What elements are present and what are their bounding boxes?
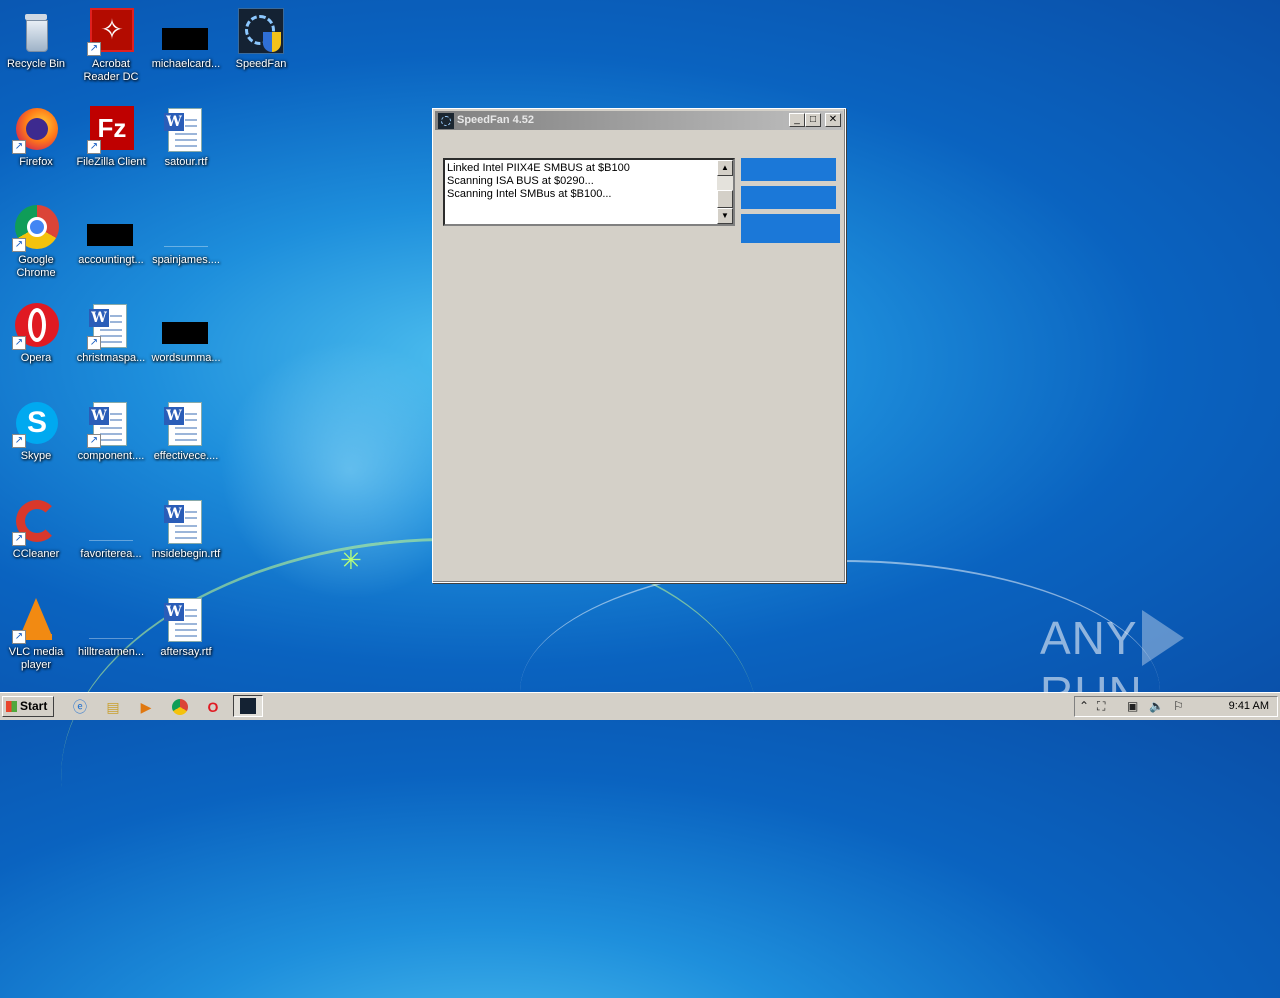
- firefox-icon: ↗: [12, 106, 60, 154]
- system-tray: ⌃ ⛶ ▣ 🔈 ⚐ 9:41 AM: [1074, 696, 1278, 717]
- chrome-icon: ↗: [12, 204, 60, 252]
- desktop-icon-opera[interactable]: ↗ Opera: [0, 302, 74, 365]
- word-doc-icon: W: [162, 498, 210, 546]
- speedfan-icon: [240, 698, 256, 714]
- play-icon: [1141, 610, 1184, 666]
- minimize-button[interactable]: _: [789, 113, 805, 127]
- vertical-scrollbar[interactable]: ▲ ▼: [717, 160, 733, 224]
- desktop-icon-insidebegin[interactable]: W insidebegin.rtf: [148, 498, 224, 561]
- desktop-icon-accountingt[interactable]: accountingt...: [73, 204, 149, 267]
- desktop-icon-spainjames[interactable]: spainjames....: [148, 204, 224, 267]
- desktop-icon-recycle-bin[interactable]: Recycle Bin: [0, 8, 74, 71]
- log-line: Linked Intel PIIX4E SMBUS at $B100: [447, 162, 630, 174]
- windows-flag-icon: [6, 701, 17, 712]
- scroll-down-arrow-icon[interactable]: ▼: [717, 208, 733, 224]
- speedfan-tray-icon[interactable]: ⛶: [1097, 699, 1105, 714]
- skype-icon: S ↗: [12, 400, 60, 448]
- speedfan-icon: [438, 113, 454, 129]
- opera-icon: ↗: [12, 302, 60, 350]
- word-doc-icon: W ↗: [87, 400, 135, 448]
- blank-file-icon: [162, 204, 210, 252]
- desktop-icon-component[interactable]: W ↗ component....: [73, 400, 149, 463]
- desktop-icon-aftersay[interactable]: W aftersay.rtf: [148, 596, 224, 659]
- desktop-icon-hilltreatmen[interactable]: hilltreatmen...: [73, 596, 149, 659]
- blank-file-icon: [87, 498, 135, 546]
- speedfan-icon: [237, 8, 285, 56]
- opera-taskbar-icon[interactable]: O: [204, 698, 222, 716]
- action-button-3[interactable]: [741, 214, 840, 243]
- clock[interactable]: 9:41 AM: [1229, 700, 1269, 712]
- acrobat-icon: ✧ ↗: [87, 8, 135, 56]
- desktop-icon-ccleaner[interactable]: ↗ CCleaner: [0, 498, 74, 561]
- desktop-icon-michaelcard[interactable]: michaelcard...: [148, 8, 224, 71]
- network-icon[interactable]: ▣: [1127, 699, 1138, 714]
- close-button[interactable]: ✕: [825, 113, 841, 127]
- word-doc-icon: W ↗: [87, 302, 135, 350]
- desktop-icon-chrome[interactable]: ↗ Google Chrome: [0, 204, 74, 280]
- wallpaper-sprout: ✳: [340, 545, 362, 575]
- start-button[interactable]: Start: [2, 696, 54, 717]
- log-line: Scanning Intel SMBus at $B100...: [447, 188, 612, 200]
- volume-icon[interactable]: 🔈: [1149, 699, 1164, 714]
- maximize-button[interactable]: □: [805, 113, 821, 127]
- ccleaner-icon: ↗: [12, 498, 60, 546]
- log-line: Scanning ISA BUS at $0290...: [447, 175, 594, 187]
- recycle-bin-icon: [12, 8, 60, 56]
- desktop-icon-favoriterea[interactable]: favoriterea...: [73, 498, 149, 561]
- desktop-icon-satour[interactable]: W satour.rtf: [148, 106, 224, 169]
- black-thumbnail-icon: [162, 302, 210, 350]
- word-doc-icon: W: [162, 106, 210, 154]
- file-explorer-icon[interactable]: ▤: [104, 698, 122, 716]
- desktop-icon-effectivece[interactable]: W effectivece....: [148, 400, 224, 463]
- blank-file-icon: [87, 596, 135, 644]
- internet-explorer-icon[interactable]: ⓔ: [71, 698, 89, 716]
- show-hidden-icons-icon[interactable]: ⌃: [1079, 699, 1089, 714]
- action-center-flag-icon[interactable]: ⚐: [1173, 699, 1184, 714]
- desktop-icon-filezilla[interactable]: Fz ↗ FileZilla Client: [73, 106, 149, 169]
- scroll-up-arrow-icon[interactable]: ▲: [717, 160, 733, 176]
- desktop-icon-wordsumma[interactable]: wordsumma...: [148, 302, 224, 365]
- word-doc-icon: W: [162, 400, 210, 448]
- chrome-taskbar-icon[interactable]: [171, 698, 189, 716]
- word-doc-icon: W: [162, 596, 210, 644]
- vlc-icon: ↗: [12, 596, 60, 644]
- action-button-2[interactable]: [741, 186, 836, 209]
- desktop-icon-christmaspa[interactable]: W ↗ christmaspa...: [73, 302, 149, 365]
- log-lines: Linked Intel PIIX4E SMBUS at $B100 Scann…: [447, 162, 630, 201]
- window-title: SpeedFan 4.52: [457, 114, 535, 126]
- filezilla-icon: Fz ↗: [87, 106, 135, 154]
- speedfan-window[interactable]: SpeedFan 4.52 _ □ ✕ Linked Intel PIIX4E …: [432, 108, 846, 583]
- taskbar: Start ⓔ ▤ ▶ O ⌃ ⛶ ▣ 🔈 ⚐ 9:41 AM: [0, 692, 1280, 720]
- speedfan-taskbar-button[interactable]: [233, 695, 263, 717]
- black-thumbnail-icon: [87, 204, 135, 252]
- black-thumbnail-icon: [162, 8, 210, 56]
- desktop-icon-acrobat[interactable]: ✧ ↗ Acrobat Reader DC: [73, 8, 149, 84]
- action-button-1[interactable]: [741, 158, 836, 181]
- scroll-thumb[interactable]: [717, 190, 733, 208]
- media-player-icon[interactable]: ▶: [137, 698, 155, 716]
- desktop-icon-vlc[interactable]: ↗ VLC media player: [0, 596, 74, 672]
- desktop-icon-speedfan[interactable]: SpeedFan: [223, 8, 299, 71]
- log-listbox[interactable]: Linked Intel PIIX4E SMBUS at $B100 Scann…: [443, 158, 735, 226]
- title-bar[interactable]: SpeedFan 4.52 _ □ ✕: [435, 111, 843, 130]
- desktop-icon-firefox[interactable]: ↗ Firefox: [0, 106, 74, 169]
- desktop-icon-skype[interactable]: S ↗ Skype: [0, 400, 74, 463]
